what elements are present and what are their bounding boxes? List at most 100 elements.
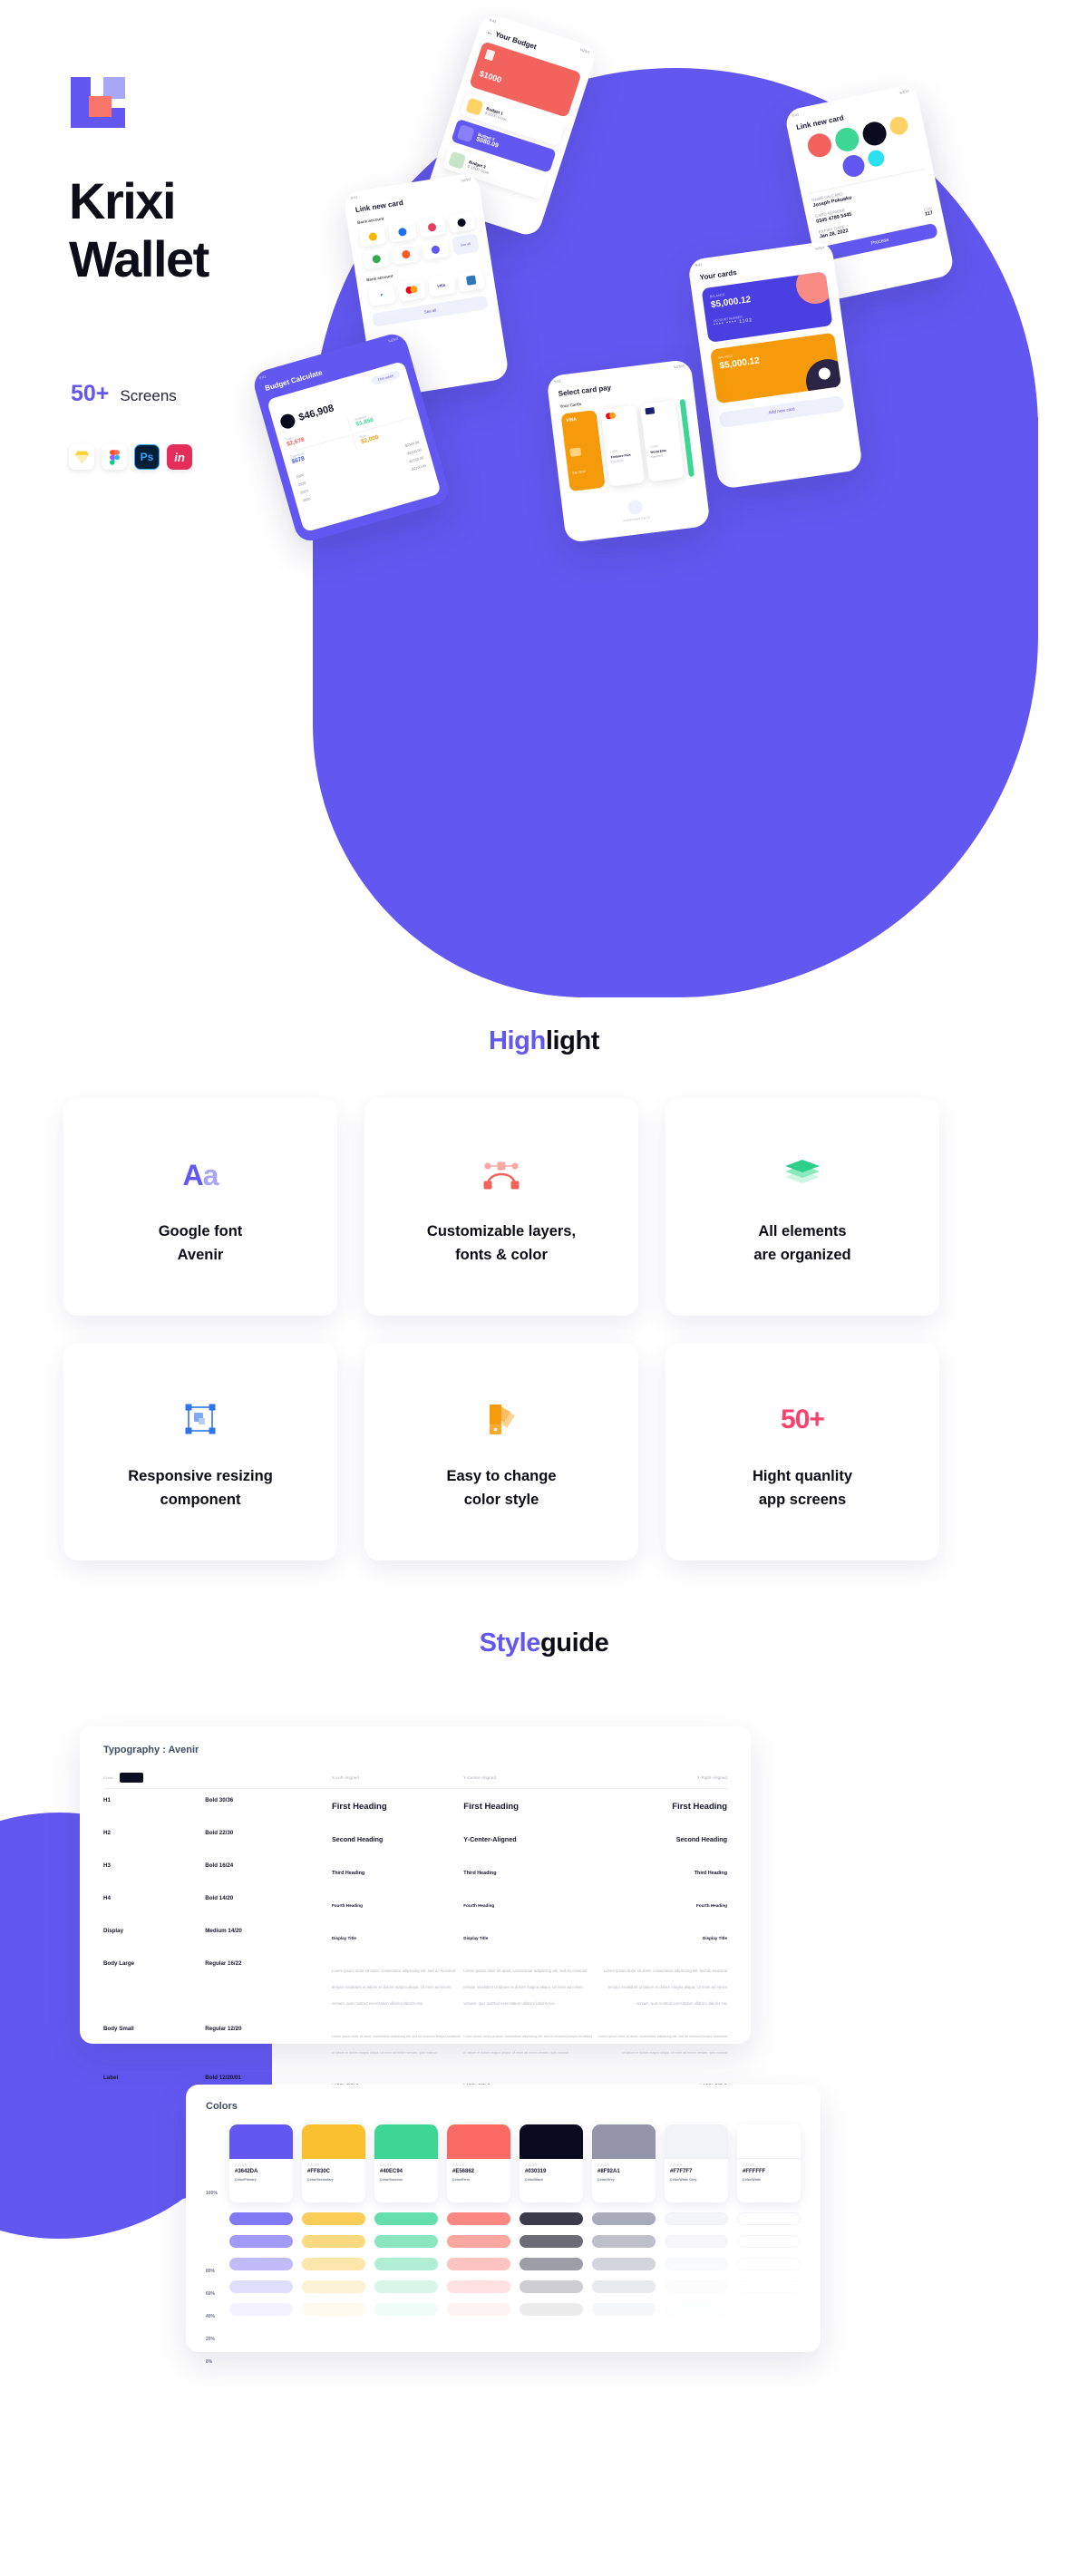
color-opacity-bar [447, 2258, 510, 2270]
photoshop-icon[interactable]: Ps [134, 444, 160, 470]
color-opacity-bar [665, 2258, 728, 2270]
color-swatch-card[interactable]: COLOR #FFFFFF Color/White [737, 2124, 801, 2202]
screens-count: 50+ [71, 381, 110, 406]
color-swatch-card[interactable]: COLOR #8F92A1 Color/Grey [592, 2124, 656, 2202]
color-hex: #E56862 [452, 2169, 475, 2174]
opacity-label: 100% [206, 2191, 218, 2196]
color-label: COLOR [380, 2163, 393, 2167]
budget-total: $46,908 [297, 403, 335, 423]
figma-icon[interactable] [102, 444, 127, 470]
color-opacity-bar [302, 2258, 365, 2270]
typography-sample-right: Display Title [703, 1936, 727, 1940]
fifty-plus-icon: 50+ [781, 1392, 825, 1448]
color-label: COLOR [525, 2163, 538, 2167]
highlight-card-customizable-layers[interactable]: Customizable layers, fonts & color [364, 1098, 638, 1316]
typography-sample-right: Second Heading [675, 1835, 727, 1843]
color-opacity-bar [229, 2212, 293, 2225]
color-opacity-bar [374, 2258, 438, 2270]
styleguide-body: Typography : Avenir /Dark/ X-Left-Aligne… [0, 1658, 1088, 2420]
color-swatch-fill [374, 2124, 438, 2159]
color-opacity-bar [737, 2258, 801, 2270]
invision-icon[interactable]: in [167, 444, 192, 470]
color-name: Color/Secondary [307, 2178, 334, 2182]
highlight-cards: Aa Google font Avenir Customizable layer… [63, 1098, 1025, 1560]
styleguide-section: Styleguide Typography : Avenir /Dark/ X-… [0, 1560, 1088, 2420]
opacity-label: 80% [206, 2269, 216, 2274]
color-swatch-card[interactable]: COLOR #E56862 Color/Error [447, 2124, 510, 2202]
color-hex: #40EC94 [380, 2169, 403, 2174]
color-swatch-column[interactable]: COLOR #E56862 Color/Error [447, 2124, 510, 2379]
typography-sample-center: Lorem ipsum dolor sit amet, consectetur … [463, 2035, 593, 2055]
typography-row-spec: Bold 14/20 [205, 1895, 234, 1901]
color-opacity-bar [737, 2212, 801, 2225]
color-swatch-fill [229, 2124, 293, 2159]
screens-label: Screens [120, 387, 177, 404]
layers-icon [782, 1147, 823, 1203]
typography-row-name: Body Small [103, 2026, 134, 2032]
highlight-card-easy-color[interactable]: Easy to change color style [364, 1343, 638, 1560]
color-label: COLOR [235, 2163, 248, 2167]
color-swatch-column[interactable]: COLOR #8F92A1 Color/Grey [592, 2124, 656, 2379]
typography-sample-left: Display Title [331, 1936, 356, 1940]
color-swatch-column[interactable]: COLOR #3642DA Color/Primary [229, 2124, 293, 2379]
fifty-plus-label: 50+ [781, 1405, 825, 1434]
sketch-icon[interactable] [69, 444, 94, 470]
color-swatch-column[interactable]: COLOR #FFFFFF Color/White [737, 2124, 801, 2379]
typography-card: Typography : Avenir /Dark/ X-Left-Aligne… [80, 1726, 751, 2087]
color-swatch-card[interactable]: COLOR #030319 Color/Black [520, 2124, 583, 2202]
highlight-card-high-quality[interactable]: 50+ Hight quanlity app screens [665, 1343, 939, 1560]
color-name: Color/Primary [235, 2178, 257, 2182]
typography-row-name: Body Large [103, 1960, 135, 1967]
color-opacity-bar [520, 2303, 583, 2316]
phone-select-card-pay[interactable]: 9:41 \u25cf Select card pay Your Cards VI… [546, 358, 711, 544]
field-value[interactable]: 117 [925, 210, 934, 218]
highlight-card-responsive-resizing[interactable]: Responsive resizing component [63, 1343, 337, 1560]
color-swatch-fill [592, 2124, 656, 2159]
highlight-card-label: All elements are organized [753, 1223, 851, 1263]
typography-sample-right: Third Heading [694, 1871, 727, 1876]
color-name: Color/Black [525, 2178, 543, 2182]
card-brand: VISA [566, 416, 578, 424]
aa-upper: A [182, 1158, 204, 1191]
color-opacity-bar [447, 2235, 510, 2248]
highlight-card-all-elements[interactable]: All elements are organized [665, 1098, 939, 1316]
typography-row: H3 Bold 16/24 Third Heading Third Heading Th… [103, 1854, 727, 1887]
col-header-2: Y-Center-Aligned [463, 1768, 596, 1789]
color-swatch-column[interactable]: COLOR #40EC94 Color/Success [374, 2124, 438, 2379]
color-opacity-bar [520, 2212, 583, 2225]
typography-sample-left: Third Heading [331, 1871, 365, 1876]
color-swatch-fill [302, 2124, 365, 2159]
color-swatch-card[interactable]: COLOR #40EC94 Color/Success [374, 2124, 438, 2202]
typography-sample-left: Lorem ipsum dolor sit amet, consectetur … [331, 1968, 456, 2006]
opacity-label: 20% [206, 2337, 216, 2342]
typography-sample-right: Fourth Heading [696, 1903, 727, 1908]
color-opacity-bar [520, 2258, 583, 2270]
styleguide-title: Styleguide [0, 1628, 1088, 1658]
color-label: COLOR [670, 2163, 683, 2167]
color-opacity-bar [229, 2280, 293, 2293]
typography-row-spec: Regular 16/22 [205, 1960, 242, 1967]
typography-row-spec: Regular 12/20 [205, 2026, 242, 2032]
typography-sample-left: Second Heading [331, 1835, 384, 1843]
color-swatch-column[interactable]: COLOR #030319 Color/Black [520, 2124, 583, 2379]
color-name: Color/White [743, 2178, 762, 2182]
color-opacity-bar [229, 2303, 293, 2316]
color-swatch-card[interactable]: COLOR #FF830C Color/Secondary [302, 2124, 365, 2202]
styleguide-title-dark: guide [539, 1628, 609, 1657]
typography-sample-center: Lorem ipsum dolor sit amet, consectetur … [463, 1968, 588, 2006]
hero-title-line2: Wallet [69, 230, 209, 287]
color-swatch-card[interactable]: COLOR #3642DA Color/Primary [229, 2124, 293, 2202]
opacity-scale: 100% 80% 60% 40% 20% 8% [206, 2124, 220, 2379]
colors-card: Colors 100% 80% 60% 40% 20% 8% COLOR #3642DA Co… [186, 2085, 821, 2365]
typography-row-name: Display [103, 1928, 124, 1934]
highlight-card-google-font[interactable]: Aa Google font Avenir [63, 1098, 337, 1316]
see-all-button[interactable]: See all [451, 233, 480, 256]
color-swatch-fill [737, 2124, 801, 2159]
typography-row: Body Small Regular 12/20 Lorem ipsum dolor… [103, 2017, 727, 2066]
color-swatch-column[interactable]: COLOR #F7F7F7 Color/White Grey [665, 2124, 728, 2379]
color-swatch-column[interactable]: COLOR #FF830C Color/Secondary [302, 2124, 365, 2379]
color-swatch-fill [520, 2124, 583, 2159]
color-name: Color/Grey [597, 2178, 615, 2182]
color-opacity-bar [374, 2280, 438, 2293]
color-swatch-card[interactable]: COLOR #F7F7F7 Color/White Grey [665, 2124, 728, 2202]
